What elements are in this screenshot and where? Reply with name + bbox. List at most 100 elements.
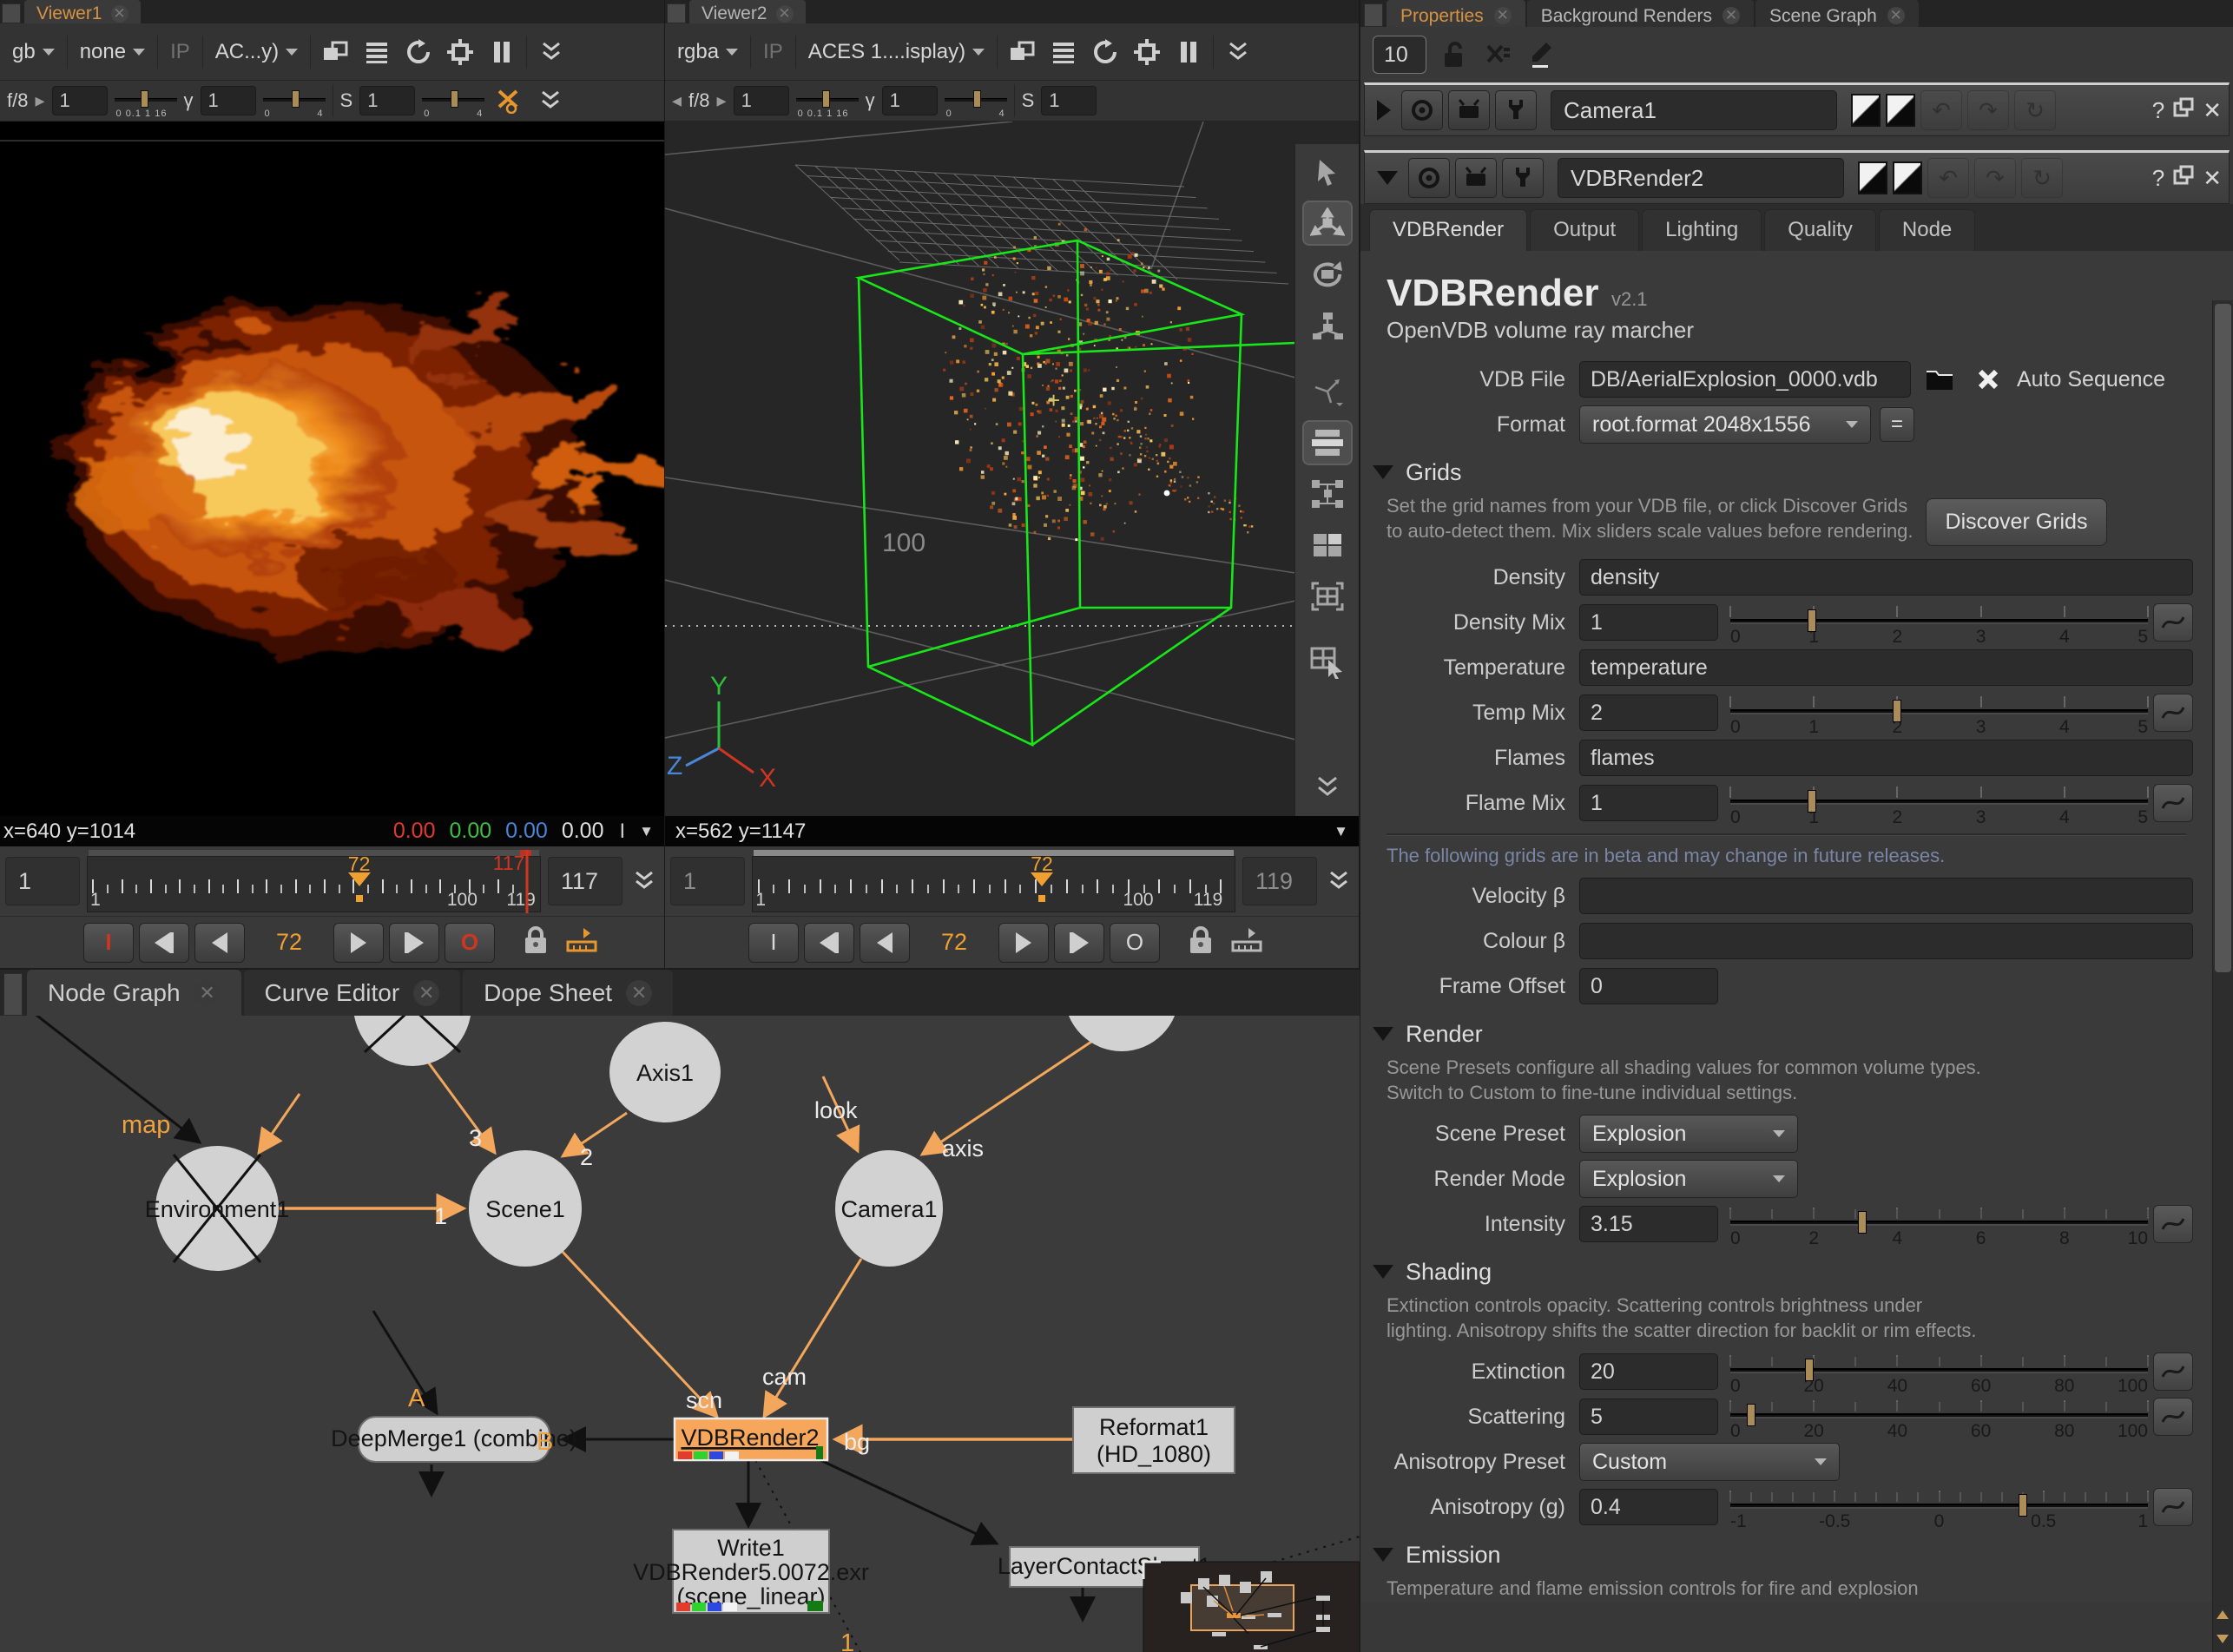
close-panel-button[interactable]: ✕ [2203, 165, 2222, 192]
timeline-ruler[interactable]: 1100119117 72 [87, 856, 541, 912]
set-in-point-button[interactable]: I [748, 923, 799, 963]
fstop-label[interactable]: f/8 [688, 89, 709, 112]
file-browser-icon[interactable] [1920, 361, 1960, 398]
close-icon[interactable]: ✕ [626, 980, 652, 1006]
help-button[interactable]: ? [2152, 97, 2164, 124]
node-write1[interactable]: Write1 VDBRender5.0072.exr (scene_linear… [633, 1530, 869, 1613]
lock-panels-icon[interactable] [1439, 37, 1470, 72]
range-start-field[interactable]: 1 [5, 857, 80, 905]
auto-sequence-label[interactable]: Auto Sequence [2017, 367, 2165, 392]
gamma-slider[interactable]: 04 [263, 86, 326, 115]
arrow-icon[interactable]: ▸ [35, 89, 44, 112]
chevron-double-down-icon[interactable] [533, 86, 568, 115]
select-tool-button[interactable] [1302, 149, 1353, 194]
panel-menu-icon[interactable] [2, 3, 21, 23]
wipe-compare-icon[interactable] [1005, 37, 1039, 67]
tab-background-renders[interactable]: Background Renders ✕ [1527, 0, 1754, 27]
display-transform-dropdown[interactable]: AC...y) [210, 38, 303, 66]
refresh-icon[interactable] [1088, 37, 1123, 67]
saturation-field[interactable]: 1 [1041, 86, 1097, 115]
pause-icon[interactable] [484, 37, 519, 67]
input-process-button[interactable]: IP [758, 38, 788, 66]
flame-mix-slider[interactable]: 012345 [1730, 783, 2148, 823]
gamma-slider[interactable]: 04 [945, 86, 1007, 115]
redo-button[interactable]: ↷ [1974, 158, 2016, 198]
play-backward-button[interactable] [139, 923, 189, 963]
close-icon[interactable]: ✕ [194, 980, 221, 1006]
center-node-button[interactable] [1408, 158, 1450, 198]
wrench-icon[interactable] [1495, 90, 1537, 130]
tab-viewer2[interactable]: Viewer2 ✕ [689, 0, 806, 23]
step-forward-button[interactable] [389, 923, 439, 963]
frame-offset-field[interactable]: 0 [1579, 968, 1718, 1004]
edge-light-scene[interactable] [427, 1061, 495, 1153]
play-forward-button[interactable] [333, 923, 384, 963]
play-backward-button[interactable] [804, 923, 854, 963]
format-equals-button[interactable]: = [1880, 407, 1914, 442]
step-forward-button[interactable] [1054, 923, 1104, 963]
scroll-down-icon[interactable] [2214, 1628, 2231, 1650]
gain-slider[interactable]: 0 0.1 1 16 [796, 86, 859, 115]
properties-scrollbar[interactable] [2212, 300, 2233, 1652]
tab-output[interactable]: Output [1530, 209, 1639, 251]
temperature-field[interactable]: temperature [1579, 649, 2193, 686]
wipe-compare-icon[interactable] [318, 37, 352, 67]
node-color-swatch[interactable] [1851, 94, 1881, 127]
close-icon[interactable]: ✕ [111, 5, 128, 23]
extinction-field[interactable]: 20 [1579, 1353, 1718, 1390]
chevron-down-icon[interactable]: ▼ [1334, 823, 1348, 840]
current-frame[interactable]: 72 [915, 929, 993, 956]
discover-grids-button[interactable]: Discover Grids [1926, 498, 2108, 546]
tab-viewer1[interactable]: Viewer1 ✕ [24, 0, 141, 23]
intensity-field[interactable]: 3.15 [1579, 1206, 1718, 1242]
frame-view-button[interactable] [1302, 574, 1353, 619]
edge-into-deepmerge-a[interactable] [373, 1311, 437, 1413]
panel-menu-icon[interactable] [1364, 3, 1383, 27]
revert-button[interactable]: ↻ [2014, 90, 2056, 130]
animation-curve-button[interactable] [2153, 1398, 2193, 1436]
range-end-field[interactable]: 117 [548, 857, 622, 905]
float-panel-icon[interactable] [2173, 165, 2194, 192]
display-transform-dropdown[interactable]: ACES 1....isplay) [803, 38, 990, 66]
close-icon[interactable]: ✕ [413, 980, 439, 1006]
close-icon[interactable]: ✕ [776, 5, 794, 23]
center-node-button[interactable] [1401, 90, 1443, 130]
step-back-button[interactable] [860, 923, 910, 963]
colour-field[interactable] [1579, 923, 2193, 959]
gamma-field[interactable]: 1 [201, 86, 256, 115]
layout-grid-button[interactable] [1302, 523, 1353, 568]
current-frame[interactable]: 72 [250, 929, 328, 956]
node-light2[interactable]: Light2 [353, 1016, 471, 1066]
scene-hierarchy-button[interactable] [1302, 303, 1353, 348]
animation-curve-button[interactable] [2153, 1205, 2193, 1243]
undo-button[interactable]: ↶ [1920, 90, 1962, 130]
timeline-ruler[interactable]: 1100119 72 [752, 856, 1235, 912]
vdb-file-field[interactable]: DB/AerialExplosion_0000.vdb [1579, 361, 1911, 398]
undo-button[interactable]: ↶ [1927, 158, 1969, 198]
chevron-double-down-icon[interactable] [1324, 871, 1354, 892]
scrollbar-thumb[interactable] [2215, 304, 2231, 972]
channels-dropdown[interactable]: gb [7, 38, 60, 66]
refresh-icon[interactable] [401, 37, 436, 67]
set-in-point-button[interactable]: I [83, 923, 134, 963]
channels-dropdown[interactable]: rgba [672, 38, 743, 66]
vdbrender2-name-field[interactable]: VDBRender2 [1558, 158, 1844, 198]
shading-section-header[interactable]: Shading [1360, 1251, 2193, 1293]
camera1-name-field[interactable]: Camera1 [1551, 90, 1837, 130]
layers-stack-icon[interactable] [1046, 37, 1081, 67]
input-process-button[interactable]: IP [165, 38, 195, 66]
viewer2-canvas[interactable]: 100 Y Z X + [665, 122, 1359, 816]
animation-curve-button[interactable] [2153, 784, 2193, 822]
extinction-slider[interactable]: 020406080100 [1730, 1352, 2148, 1392]
collapse-arrow-icon[interactable] [1377, 171, 1398, 185]
gain-slider[interactable]: 0 0.1 1 16 [115, 86, 177, 115]
saturation-field[interactable]: 1 [359, 86, 415, 115]
chevron-double-down-icon[interactable] [1302, 764, 1353, 809]
tab-quality[interactable]: Quality [1764, 209, 1876, 251]
gain-field[interactable]: 1 [734, 86, 789, 115]
emission-section-header[interactable]: Emission [1360, 1534, 2193, 1576]
tab-curve-editor[interactable]: Curve Editor ✕ [244, 970, 461, 1016]
flame-mix-field[interactable]: 1 [1579, 785, 1718, 821]
tab-dope-sheet[interactable]: Dope Sheet ✕ [463, 970, 673, 1016]
animation-curve-button[interactable] [2153, 603, 2193, 642]
